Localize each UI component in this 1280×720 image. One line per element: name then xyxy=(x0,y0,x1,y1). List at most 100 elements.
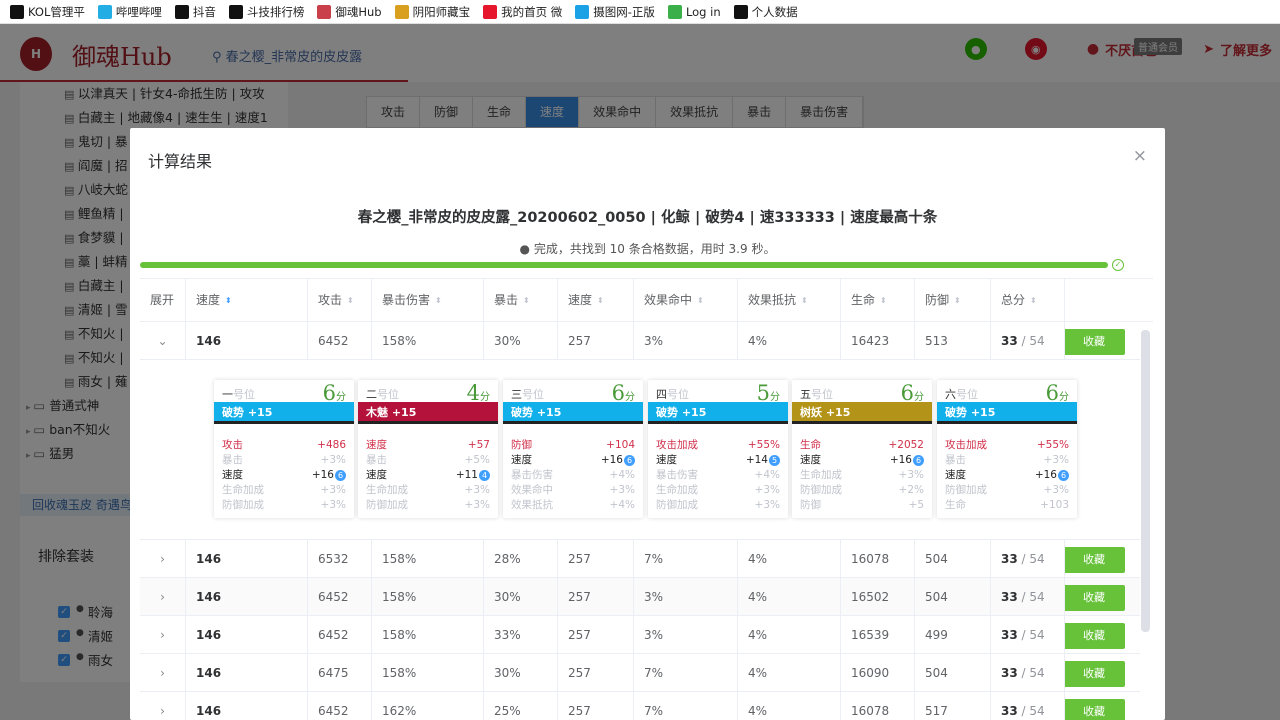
slot-number: 二 xyxy=(366,388,377,401)
stat-value: +5% xyxy=(465,453,490,468)
bookmark-label: 抖音 xyxy=(192,4,216,19)
table-header: 展开 速度 ⬍ 攻击 ⬍ 暴击伤害 ⬍ 暴击 ⬍ 速度 ⬍ 效果命中 ⬍ 效果抵抗 ⬍ 生命 ⬍ 防御 ⬍ 总分 ⬍ xyxy=(140,278,1153,323)
stat-name: 速度 xyxy=(366,469,387,481)
score-value: 33 xyxy=(1001,552,1018,566)
cell-score: 33 / 54 xyxy=(991,616,1065,654)
chevron-right-icon[interactable]: › xyxy=(140,692,186,720)
chevron-right-icon[interactable]: › xyxy=(140,616,186,654)
bookmark-label: 我的首页 微 xyxy=(501,4,563,19)
column-header[interactable]: 速度 ⬍ xyxy=(186,279,308,323)
favorite-button[interactable]: 收藏 xyxy=(1065,661,1125,687)
column-header[interactable]: 暴击 ⬍ xyxy=(484,279,558,323)
chevron-right-icon[interactable]: › xyxy=(140,540,186,578)
stat-value: +11 4 xyxy=(456,468,490,483)
stat-line: 速度 +16 6 xyxy=(945,468,1069,483)
favorite-button[interactable]: 收藏 xyxy=(1065,585,1125,611)
cell-cdmg: 158% xyxy=(372,322,484,360)
table-row[interactable]: › 146 6452 158% 33% 257 3% 4% 16539 499 33 / 54 收藏 xyxy=(140,616,1140,654)
stat-name: 效果命中 xyxy=(511,484,553,496)
bookmark-2[interactable]: 抖音 xyxy=(174,0,229,23)
dialog-title: 计算结果 xyxy=(148,152,213,171)
cell-res: 4% xyxy=(738,578,841,616)
cell-atk: 6452 xyxy=(308,578,372,616)
stat-value-text: +14 xyxy=(745,454,768,466)
stat-value-text: +3% xyxy=(1043,454,1069,466)
roll-count-badge: 6 xyxy=(1058,470,1069,481)
cell-hit: 3% xyxy=(634,616,738,654)
chevron-right-icon[interactable]: › xyxy=(140,654,186,692)
stat-value: +4% xyxy=(610,498,635,513)
bookmark-7[interactable]: 摄图网-正版 xyxy=(575,0,668,23)
bookmarks-bar: KOL管理平 哔哩哔哩 抖音 斗技排行榜 御魂Hub 阴阳师藏宝 我的首页 微 摄图网-正版 L… xyxy=(0,0,1280,24)
favorite-button[interactable]: 收藏 xyxy=(1065,699,1125,720)
score-value: 33 xyxy=(1001,628,1018,642)
cell-cdmg: 162% xyxy=(372,692,484,720)
stat-line: 防御加成 +3% xyxy=(222,498,346,513)
score-value: 33 xyxy=(1001,334,1018,348)
chevron-right-icon[interactable]: › xyxy=(140,578,186,616)
score-total: / 54 xyxy=(1017,334,1045,348)
stat-line: 暴击伤害 +4% xyxy=(511,468,635,483)
column-header[interactable]: 暴击伤害 ⬍ xyxy=(372,279,484,323)
bookmark-0[interactable]: KOL管理平 xyxy=(10,0,98,23)
slot-suffix: 号位 xyxy=(667,388,689,401)
score-total: / 54 xyxy=(1017,628,1045,642)
table-row[interactable]: › 146 6532 158% 28% 257 7% 4% 16078 504 33 / 54 收藏 xyxy=(140,540,1140,578)
table-scrollbar[interactable] xyxy=(1141,330,1150,632)
column-header[interactable]: 防御 ⬍ xyxy=(915,279,991,323)
set-band: 破势 +15 xyxy=(937,402,1077,424)
column-header[interactable]: 生命 ⬍ xyxy=(841,279,915,323)
bookmark-4[interactable]: 御魂Hub xyxy=(317,0,394,23)
cell-action: 收藏 xyxy=(1065,616,1139,654)
cell-hit: 3% xyxy=(634,578,738,616)
favorite-button[interactable]: 收藏 xyxy=(1065,623,1125,649)
bookmark-8[interactable]: Log in xyxy=(667,0,734,23)
stat-line: 攻击加成 +55% xyxy=(656,438,780,453)
stat-value-text: +4% xyxy=(609,469,635,481)
favorite-button[interactable]: 收藏 xyxy=(1065,547,1125,573)
slot-label: 四号位 xyxy=(656,386,689,402)
column-header[interactable]: 总分 ⬍ xyxy=(991,279,1065,323)
stat-value-text: +57 xyxy=(467,439,490,451)
column-header[interactable]: 效果命中 ⬍ xyxy=(634,279,738,323)
stat-value-text: +3% xyxy=(609,484,635,496)
bookmark-5[interactable]: 阴阳师藏宝 xyxy=(394,0,484,23)
bookmark-3[interactable]: 斗技排行榜 xyxy=(228,0,318,23)
sort-icon: ⬍ xyxy=(347,295,354,305)
stat-line: 生命加成 +3% xyxy=(800,468,924,483)
stat-name: 速度 xyxy=(222,469,243,481)
column-header[interactable]: 速度 ⬍ xyxy=(558,279,634,323)
stat-value-text: +16 xyxy=(311,469,334,481)
cell-spd: 257 xyxy=(558,540,634,578)
column-header[interactable]: 效果抵抗 ⬍ xyxy=(738,279,841,323)
table-row[interactable]: › 146 6452 162% 25% 257 7% 4% 16078 517 33 / 54 收藏 xyxy=(140,692,1140,720)
bookmark-6[interactable]: 我的首页 微 xyxy=(483,0,575,23)
cell-action: 收藏 xyxy=(1065,540,1139,578)
stat-value-text: +5 xyxy=(908,499,924,511)
cell-res: 4% xyxy=(738,692,841,720)
bookmark-9[interactable]: 个人数据 xyxy=(733,0,805,23)
column-header[interactable]: 攻击 ⬍ xyxy=(308,279,372,323)
stat-line: 暴击 +3% xyxy=(222,453,346,468)
stat-value: +4% xyxy=(755,468,780,483)
px-icon xyxy=(667,4,682,19)
stat-value: +104 xyxy=(606,438,635,453)
stat-value-text: +486 xyxy=(317,439,346,451)
dawa-icon xyxy=(228,4,243,19)
set-band: 木魅 +15 xyxy=(358,402,498,424)
cell-hp: 16078 xyxy=(841,692,915,720)
table-row[interactable]: ⌄ 146 6452 158% 30% 257 3% 4% 16423 513 33 / 54 收藏 xyxy=(140,322,1140,360)
roll-count-badge: 6 xyxy=(913,455,924,466)
stat-value: +3% xyxy=(610,483,635,498)
stat-value: +16 6 xyxy=(601,453,635,468)
cell-hp: 16539 xyxy=(841,616,915,654)
table-row[interactable]: › 146 6452 158% 30% 257 3% 4% 16502 504 33 / 54 收藏 xyxy=(140,578,1140,616)
cell-spd: 257 xyxy=(558,322,634,360)
favorite-button[interactable]: 收藏 xyxy=(1065,329,1125,355)
close-icon[interactable]: × xyxy=(1133,146,1147,166)
table-row[interactable]: › 146 6475 158% 30% 257 7% 4% 16090 504 33 / 54 收藏 xyxy=(140,654,1140,692)
stat-value-text: +3% xyxy=(754,484,780,496)
chevron-down-icon[interactable]: ⌄ xyxy=(140,322,186,360)
slot-suffix: 号位 xyxy=(377,388,399,401)
bookmark-1[interactable]: 哔哩哔哩 xyxy=(97,0,175,23)
